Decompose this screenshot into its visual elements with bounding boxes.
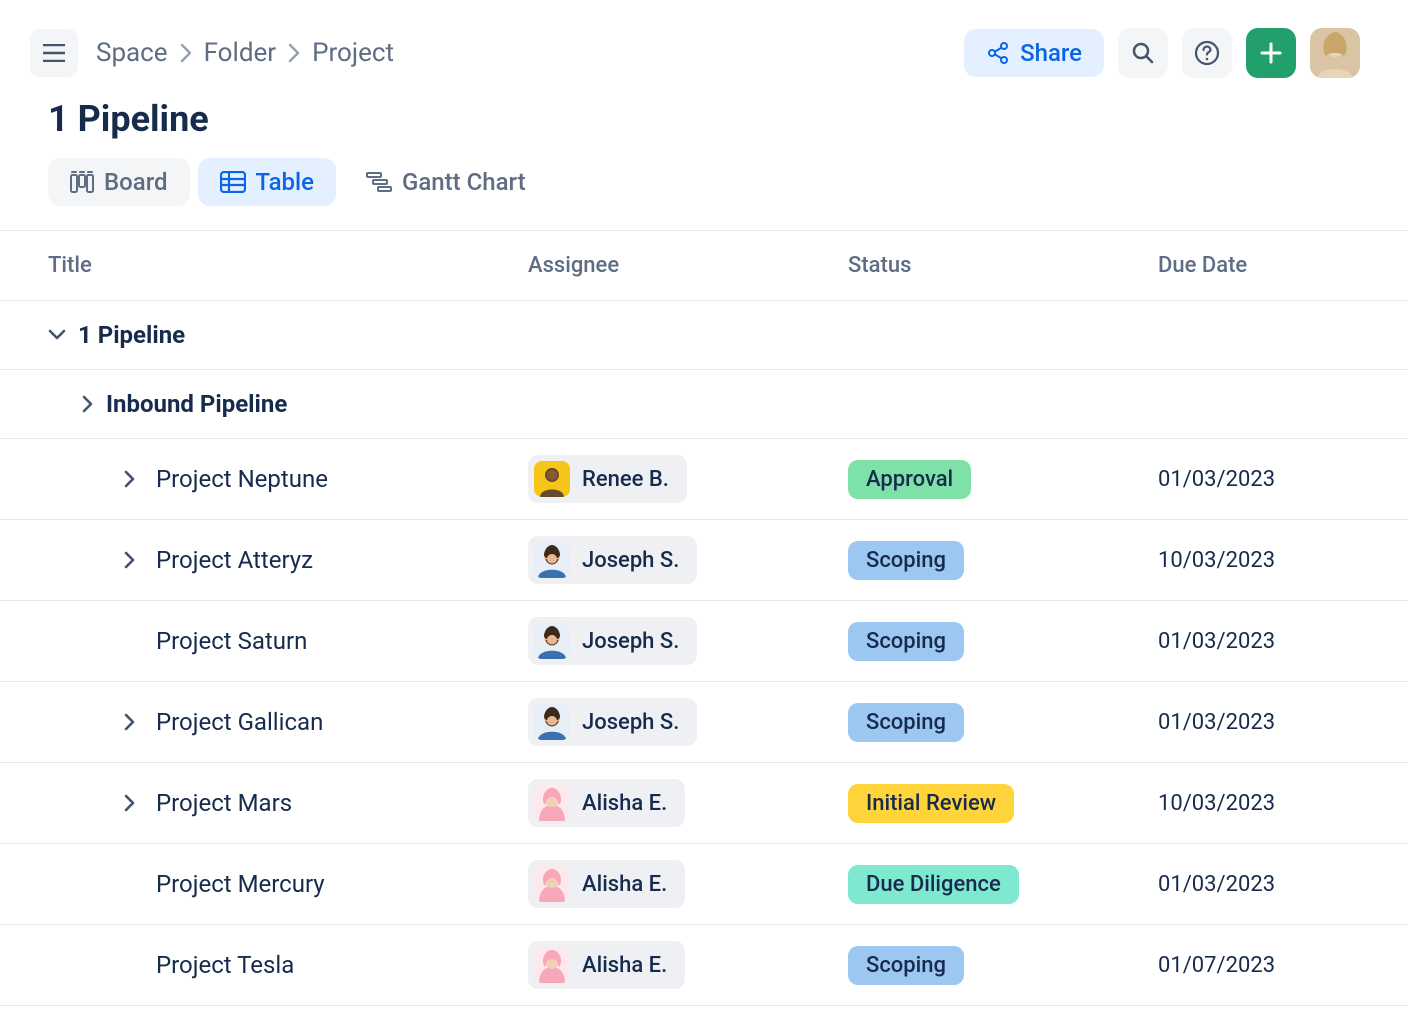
table-row[interactable]: Project Gallican Joseph S. Scoping 01/03… xyxy=(0,682,1408,763)
row-title: Project Neptune xyxy=(156,465,328,493)
tab-label: Board xyxy=(104,168,168,196)
breadcrumb-item[interactable]: Project xyxy=(312,38,394,68)
avatar-icon xyxy=(534,866,570,902)
chevron-right-icon xyxy=(180,43,192,63)
share-label: Share xyxy=(1020,39,1082,67)
assignee-name: Joseph S. xyxy=(582,710,679,735)
status-badge[interactable]: Scoping xyxy=(848,703,964,742)
chevron-right-icon xyxy=(288,43,300,63)
status-badge[interactable]: Due Diligence xyxy=(848,865,1019,904)
due-date: 10/03/2023 xyxy=(1158,548,1360,573)
tab-label: Gantt Chart xyxy=(402,168,526,196)
row-title: Project Saturn xyxy=(156,627,307,655)
chevron-right-icon xyxy=(82,395,94,413)
assignee-name: Joseph S. xyxy=(582,629,679,654)
row-title: Project Gallican xyxy=(156,708,323,736)
col-due-date[interactable]: Due Date xyxy=(1158,253,1360,278)
tab-label: Table xyxy=(256,168,314,196)
assignee-chip[interactable]: Joseph S. xyxy=(528,698,697,746)
share-button[interactable]: Share xyxy=(964,29,1104,77)
due-date: 01/03/2023 xyxy=(1158,467,1360,492)
assignee-chip[interactable]: Joseph S. xyxy=(528,536,697,584)
assignee-chip[interactable]: Joseph S. xyxy=(528,617,697,665)
due-date: 01/03/2023 xyxy=(1158,710,1360,735)
avatar-icon xyxy=(1310,28,1360,78)
avatar-icon xyxy=(534,704,570,740)
col-assignee[interactable]: Assignee xyxy=(528,253,848,278)
avatar-icon xyxy=(534,461,570,497)
status-badge[interactable]: Scoping xyxy=(848,946,964,985)
tab-table[interactable]: Table xyxy=(198,158,336,206)
group-row[interactable]: 1 Pipeline xyxy=(0,301,1408,370)
due-date: 01/03/2023 xyxy=(1158,629,1360,654)
search-button[interactable] xyxy=(1118,28,1168,78)
table-row[interactable]: Project Mercury Alisha E. Due Diligence … xyxy=(0,844,1408,925)
board-icon xyxy=(70,171,94,193)
avatar-icon xyxy=(534,542,570,578)
status-badge[interactable]: Scoping xyxy=(848,622,964,661)
row-title: Project Mars xyxy=(156,789,292,817)
col-status[interactable]: Status xyxy=(848,253,1158,278)
search-icon xyxy=(1131,41,1155,65)
status-badge[interactable]: Initial Review xyxy=(848,784,1014,823)
expand-toggle[interactable] xyxy=(116,794,144,812)
due-date: 01/03/2023 xyxy=(1158,872,1360,897)
help-icon xyxy=(1194,40,1220,66)
table-row[interactable]: Project Saturn Joseph S. Scoping 01/03/2… xyxy=(0,601,1408,682)
share-icon xyxy=(986,41,1010,65)
breadcrumb-item[interactable]: Space xyxy=(96,38,168,68)
avatar-icon xyxy=(534,623,570,659)
due-date: 10/03/2023 xyxy=(1158,791,1360,816)
assignee-chip[interactable]: Alisha E. xyxy=(528,941,685,989)
table-header: Title Assignee Status Due Date xyxy=(0,230,1408,301)
status-badge[interactable]: Approval xyxy=(848,460,971,499)
chevron-down-icon xyxy=(48,329,66,341)
tab-board[interactable]: Board xyxy=(48,158,190,206)
due-date: 01/07/2023 xyxy=(1158,953,1360,978)
assignee-chip[interactable]: Renee B. xyxy=(528,455,687,503)
row-title: Project Atteryz xyxy=(156,546,313,574)
assignee-chip[interactable]: Alisha E. xyxy=(528,779,685,827)
main-menu-button[interactable] xyxy=(30,29,78,77)
assignee-name: Renee B. xyxy=(582,467,669,492)
gantt-icon xyxy=(366,171,392,193)
status-badge[interactable]: Scoping xyxy=(848,541,964,580)
assignee-name: Alisha E. xyxy=(582,872,667,897)
table-row[interactable]: Project Mars Alisha E. Initial Review 10… xyxy=(0,763,1408,844)
help-button[interactable] xyxy=(1182,28,1232,78)
avatar-icon xyxy=(534,785,570,821)
expand-toggle[interactable] xyxy=(116,551,144,569)
expand-toggle[interactable] xyxy=(116,713,144,731)
assignee-name: Alisha E. xyxy=(582,791,667,816)
user-avatar[interactable] xyxy=(1310,28,1360,78)
subgroup-row[interactable]: Inbound Pipeline xyxy=(0,370,1408,439)
view-tabs: Board Table Gantt Chart xyxy=(0,158,1408,230)
breadcrumb: Space Folder Project xyxy=(96,38,394,68)
row-title: Project Mercury xyxy=(156,870,325,898)
table-row[interactable]: Project Neptune Renee B. Approval 01/03/… xyxy=(0,439,1408,520)
table-row[interactable]: Project Tesla Alisha E. Scoping 01/07/20… xyxy=(0,925,1408,1006)
col-title[interactable]: Title xyxy=(48,253,528,278)
row-title: Project Tesla xyxy=(156,951,294,979)
plus-icon xyxy=(1260,42,1282,64)
subgroup-title: Inbound Pipeline xyxy=(106,390,287,418)
table-icon xyxy=(220,171,246,193)
assignee-name: Joseph S. xyxy=(582,548,679,573)
page-title: 1 Pipeline xyxy=(0,78,1408,158)
assignee-name: Alisha E. xyxy=(582,953,667,978)
hamburger-icon xyxy=(43,44,65,62)
breadcrumb-item[interactable]: Folder xyxy=(204,38,277,68)
table-row[interactable]: Project Atteryz Joseph S. Scoping 10/03/… xyxy=(0,520,1408,601)
add-button[interactable] xyxy=(1246,28,1296,78)
tab-gantt[interactable]: Gantt Chart xyxy=(344,158,548,206)
group-title: 1 Pipeline xyxy=(78,321,185,349)
assignee-chip[interactable]: Alisha E. xyxy=(528,860,685,908)
avatar-icon xyxy=(534,947,570,983)
expand-toggle[interactable] xyxy=(116,470,144,488)
